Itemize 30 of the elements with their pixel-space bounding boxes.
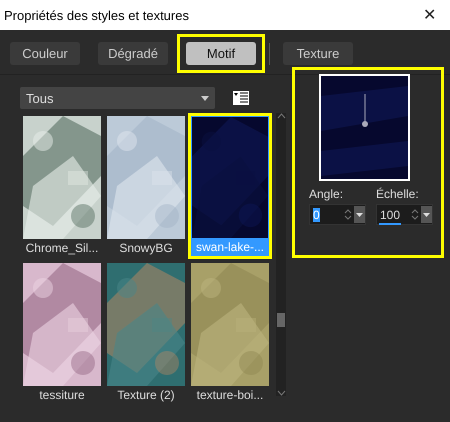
pattern-name: Chrome_Sil... bbox=[26, 240, 98, 257]
pattern-tile[interactable]: texture-boi... bbox=[191, 263, 269, 404]
scroll-up-icon[interactable] bbox=[276, 113, 286, 119]
pattern-name: SnowyBG bbox=[119, 240, 173, 257]
tab[interactable]: Dégradé bbox=[98, 42, 168, 65]
tab[interactable]: Couleur bbox=[10, 42, 80, 65]
scroll-down-icon[interactable] bbox=[276, 390, 286, 396]
pattern-tile[interactable]: Texture (2) bbox=[107, 263, 185, 404]
pattern-name: tessiture bbox=[39, 387, 85, 404]
scrollbar[interactable] bbox=[276, 113, 286, 396]
close-button[interactable]: ✕ bbox=[421, 5, 438, 25]
scroll-thumb[interactable] bbox=[277, 312, 285, 326]
spin-field[interactable]: 100 bbox=[376, 204, 433, 225]
category-dropdown[interactable]: Tous bbox=[20, 87, 215, 109]
window-title: Propriétés des styles et textures bbox=[4, 8, 189, 22]
pattern-name: texture-boi... bbox=[196, 387, 264, 404]
spinner-icon bbox=[410, 206, 432, 223]
pattern-tile[interactable]: SnowyBG bbox=[107, 116, 185, 257]
pattern-tile[interactable]: Chrome_Sil... bbox=[23, 116, 101, 257]
spinner-icon bbox=[343, 206, 365, 223]
pattern-tile[interactable]: tessiture bbox=[23, 263, 101, 404]
pattern-name: Texture (2) bbox=[117, 387, 175, 404]
tab[interactable]: Texture bbox=[283, 42, 353, 65]
caret-icon bbox=[201, 96, 209, 100]
pattern-name: swan-lake-... bbox=[196, 239, 264, 256]
field-label: Échelle: bbox=[376, 187, 420, 201]
list-view-icon[interactable] bbox=[233, 91, 249, 105]
pattern-preview[interactable] bbox=[319, 74, 410, 181]
field-label: Angle: bbox=[309, 187, 344, 201]
tab[interactable]: Motif bbox=[186, 42, 256, 65]
